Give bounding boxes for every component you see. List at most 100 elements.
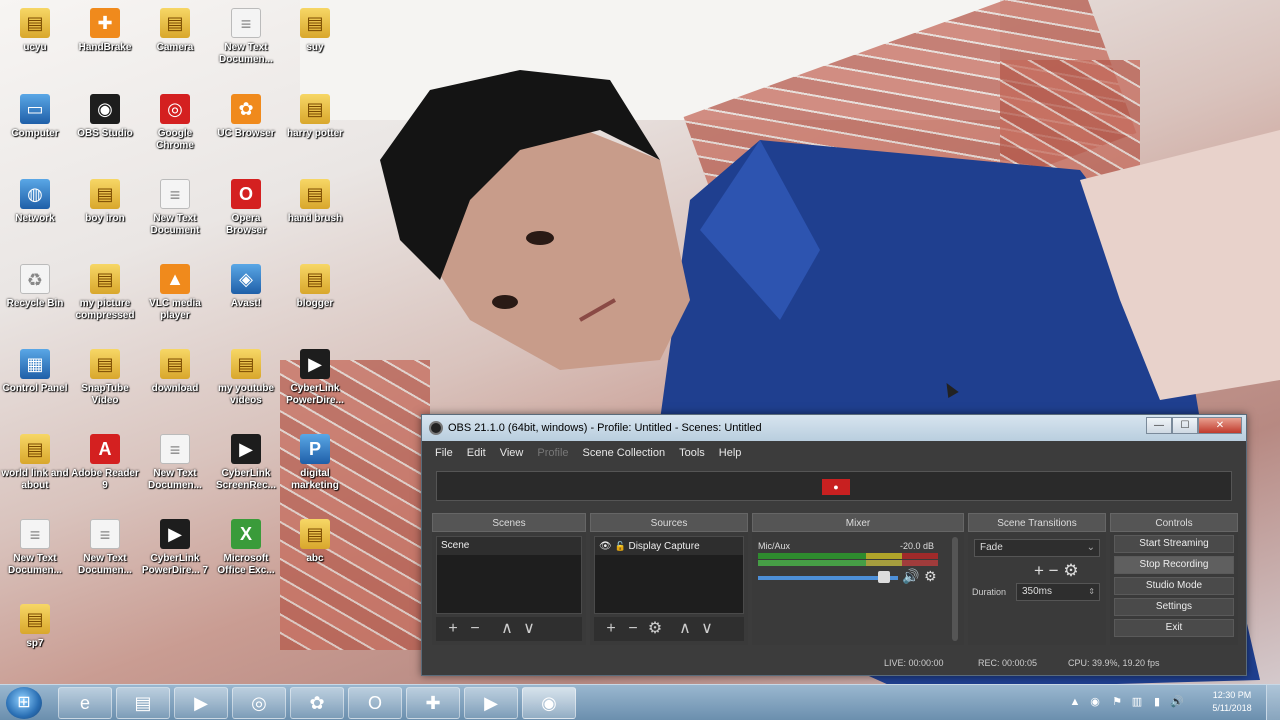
desktop-icon-label: harry potter — [286, 128, 344, 139]
taskbar-opera-button[interactable]: O — [348, 687, 402, 719]
taskbar-handbrake-button[interactable]: ✚ — [406, 687, 460, 719]
eye-icon[interactable]: 👁 — [599, 541, 612, 552]
desktop-icon[interactable]: ▤ world link and about — [0, 434, 70, 492]
desktop-icon[interactable]: ♻ Recycle Bin — [0, 264, 70, 310]
desktop-icon[interactable]: ▶ CyberLink PowerDire... 7 — [140, 519, 210, 577]
desktop-icon[interactable]: ▤ download — [140, 349, 210, 395]
tray-expand-icon[interactable]: ▲ — [1068, 695, 1082, 709]
menu-item-tools[interactable]: Tools — [672, 443, 712, 463]
desktop-icon[interactable]: ▤ SnapTube Video — [70, 349, 140, 407]
sources-list[interactable]: 👁 🔓 Display Capture — [594, 536, 744, 614]
desktop-icon[interactable]: ▤ suy — [280, 8, 350, 54]
desktop-icon[interactable]: ▤ blogger — [280, 264, 350, 310]
mixer-gear-icon[interactable]: ⚙ — [924, 568, 940, 584]
show-desktop-button[interactable] — [1266, 685, 1280, 720]
system-clock[interactable]: 12:30 PM 5/11/2018 — [1206, 689, 1258, 715]
start-button[interactable]: ⊞ — [6, 687, 42, 719]
desktop-icon[interactable]: ▤ harry potter — [280, 94, 350, 140]
remove-source-button[interactable]: − — [622, 617, 644, 641]
transition-select[interactable]: Fade ⌄ — [974, 539, 1100, 557]
volume-slider[interactable] — [758, 576, 898, 580]
battery-icon[interactable]: ▮ — [1150, 695, 1164, 709]
desktop-icon[interactable]: ≡ New Text Documen... — [211, 8, 281, 66]
taskbar-cyberlink-screen-recorder-button[interactable]: ▶ — [464, 687, 518, 719]
obs-tray-icon[interactable]: ◉ — [1088, 695, 1102, 709]
desktop-icon[interactable]: ▤ sp7 — [0, 604, 70, 650]
lock-icon[interactable]: 🔓 — [614, 541, 625, 551]
desktop-icon[interactable]: ▤ hand brush — [280, 179, 350, 225]
desktop-icon[interactable]: Pdigital marketing — [280, 434, 350, 492]
settings-button[interactable]: Settings — [1114, 598, 1234, 616]
maximize-button[interactable]: ☐ — [1172, 417, 1198, 434]
desktop-icon[interactable]: ◍ Network — [0, 179, 70, 225]
volume-slider-handle[interactable] — [878, 571, 890, 583]
duration-label: Duration — [972, 587, 1007, 597]
action-center-flag-icon[interactable]: ⚑ — [1110, 695, 1124, 709]
folder-icon: ▤ — [90, 349, 120, 379]
network-icon[interactable]: ▥ — [1130, 695, 1144, 709]
volume-icon[interactable]: 🔊 — [1170, 695, 1184, 709]
studio-mode-button[interactable]: Studio Mode — [1114, 577, 1234, 595]
duration-field[interactable]: 350ms ⇕ — [1016, 583, 1100, 601]
desktop-icon[interactable]: O Opera Browser — [211, 179, 281, 237]
mixer-scrollbar[interactable] — [952, 537, 958, 641]
desktop-icon[interactable]: ▲ VLC media player — [140, 264, 210, 322]
desktop-icon[interactable]: ◈ Avast! — [211, 264, 281, 310]
taskbar-obs-studio-button[interactable]: ◉ — [522, 687, 576, 719]
desktop-icon[interactable]: ▤ boy iron — [70, 179, 140, 225]
desktop-icon[interactable]: ▶ CyberLink ScreenRec... — [211, 434, 281, 492]
desktop-icon[interactable]: ≡ New Text Documen... — [140, 434, 210, 492]
add-source-button[interactable]: + — [600, 617, 622, 641]
remove-transition-button[interactable]: − — [1049, 561, 1059, 580]
scene-move-up-button[interactable]: ∧ — [496, 617, 518, 641]
desktop-icon[interactable]: ▤ my youtube videos — [211, 349, 281, 407]
obs-preview[interactable]: ● — [436, 471, 1232, 501]
taskbar-internet-explorer-button[interactable]: e — [58, 687, 112, 719]
desktop-icon[interactable]: ▤ my picture compressed — [70, 264, 140, 322]
taskbar-media-player-button[interactable]: ▶ — [174, 687, 228, 719]
menu-item-help[interactable]: Help — [712, 443, 749, 463]
close-button[interactable]: ✕ — [1198, 417, 1242, 434]
desktop-icon[interactable]: ◎ Google Chrome — [140, 94, 210, 152]
obs-window[interactable]: OBS 21.1.0 (64bit, windows) - Profile: U… — [421, 414, 1247, 676]
taskbar-windows-explorer-button[interactable]: ▤ — [116, 687, 170, 719]
desktop-icon[interactable]: ◉ OBS Studio — [70, 94, 140, 140]
desktop-icon[interactable]: ≡ New Text Document — [140, 179, 210, 237]
desktop-icon[interactable]: ✚ HandBrake — [70, 8, 140, 54]
scene-list-item[interactable]: Scene — [437, 537, 581, 555]
desktop-icon[interactable]: A Adobe Reader 9 — [70, 434, 140, 492]
menu-item-view[interactable]: View — [493, 443, 531, 463]
desktop-icon[interactable]: ▶ CyberLink PowerDire... — [280, 349, 350, 407]
desktop-icon[interactable]: ≡ New Text Documen... — [0, 519, 70, 577]
obs-titlebar[interactable]: OBS 21.1.0 (64bit, windows) - Profile: U… — [422, 415, 1246, 441]
stop-recording-button[interactable]: Stop Recording — [1114, 556, 1234, 574]
taskbar-chrome-button[interactable]: ◎ — [232, 687, 286, 719]
desktop-icon[interactable]: ▤ ucyu — [0, 8, 70, 54]
scenes-list[interactable]: Scene — [436, 536, 582, 614]
desktop-icon[interactable]: ▦ Control Panel — [0, 349, 70, 395]
scene-move-down-button[interactable]: ∨ — [518, 617, 540, 641]
source-list-item[interactable]: 👁 🔓 Display Capture — [595, 537, 743, 555]
menu-item-profile[interactable]: Profile — [530, 443, 575, 463]
speaker-icon[interactable]: 🔊 — [902, 568, 919, 584]
minimize-button[interactable]: — — [1146, 417, 1172, 434]
start-streaming-button[interactable]: Start Streaming — [1114, 535, 1234, 553]
add-transition-button[interactable]: + — [1034, 561, 1044, 580]
desktop-icon[interactable]: ≡ New Text Documen... — [70, 519, 140, 577]
source-properties-gear-icon[interactable]: ⚙ — [644, 617, 666, 641]
menu-item-scene-collection[interactable]: Scene Collection — [576, 443, 673, 463]
desktop-icon[interactable]: ✿ UC Browser — [211, 94, 281, 140]
desktop-icon[interactable]: X Microsoft Office Exc... — [211, 519, 281, 577]
add-scene-button[interactable]: + — [442, 617, 464, 641]
source-move-down-button[interactable]: ∨ — [696, 617, 718, 641]
taskbar-uc-browser-button[interactable]: ✿ — [290, 687, 344, 719]
menu-item-edit[interactable]: Edit — [460, 443, 493, 463]
desktop-icon[interactable]: ▤ Camera — [140, 8, 210, 54]
desktop-icon[interactable]: ▤ abc — [280, 519, 350, 565]
source-move-up-button[interactable]: ∧ — [674, 617, 696, 641]
exit-button[interactable]: Exit — [1114, 619, 1234, 637]
transition-properties-gear-icon[interactable]: ⚙ — [1063, 561, 1078, 580]
remove-scene-button[interactable]: − — [464, 617, 486, 641]
menu-item-file[interactable]: File — [428, 443, 460, 463]
desktop-icon[interactable]: ▭ Computer — [0, 94, 70, 140]
